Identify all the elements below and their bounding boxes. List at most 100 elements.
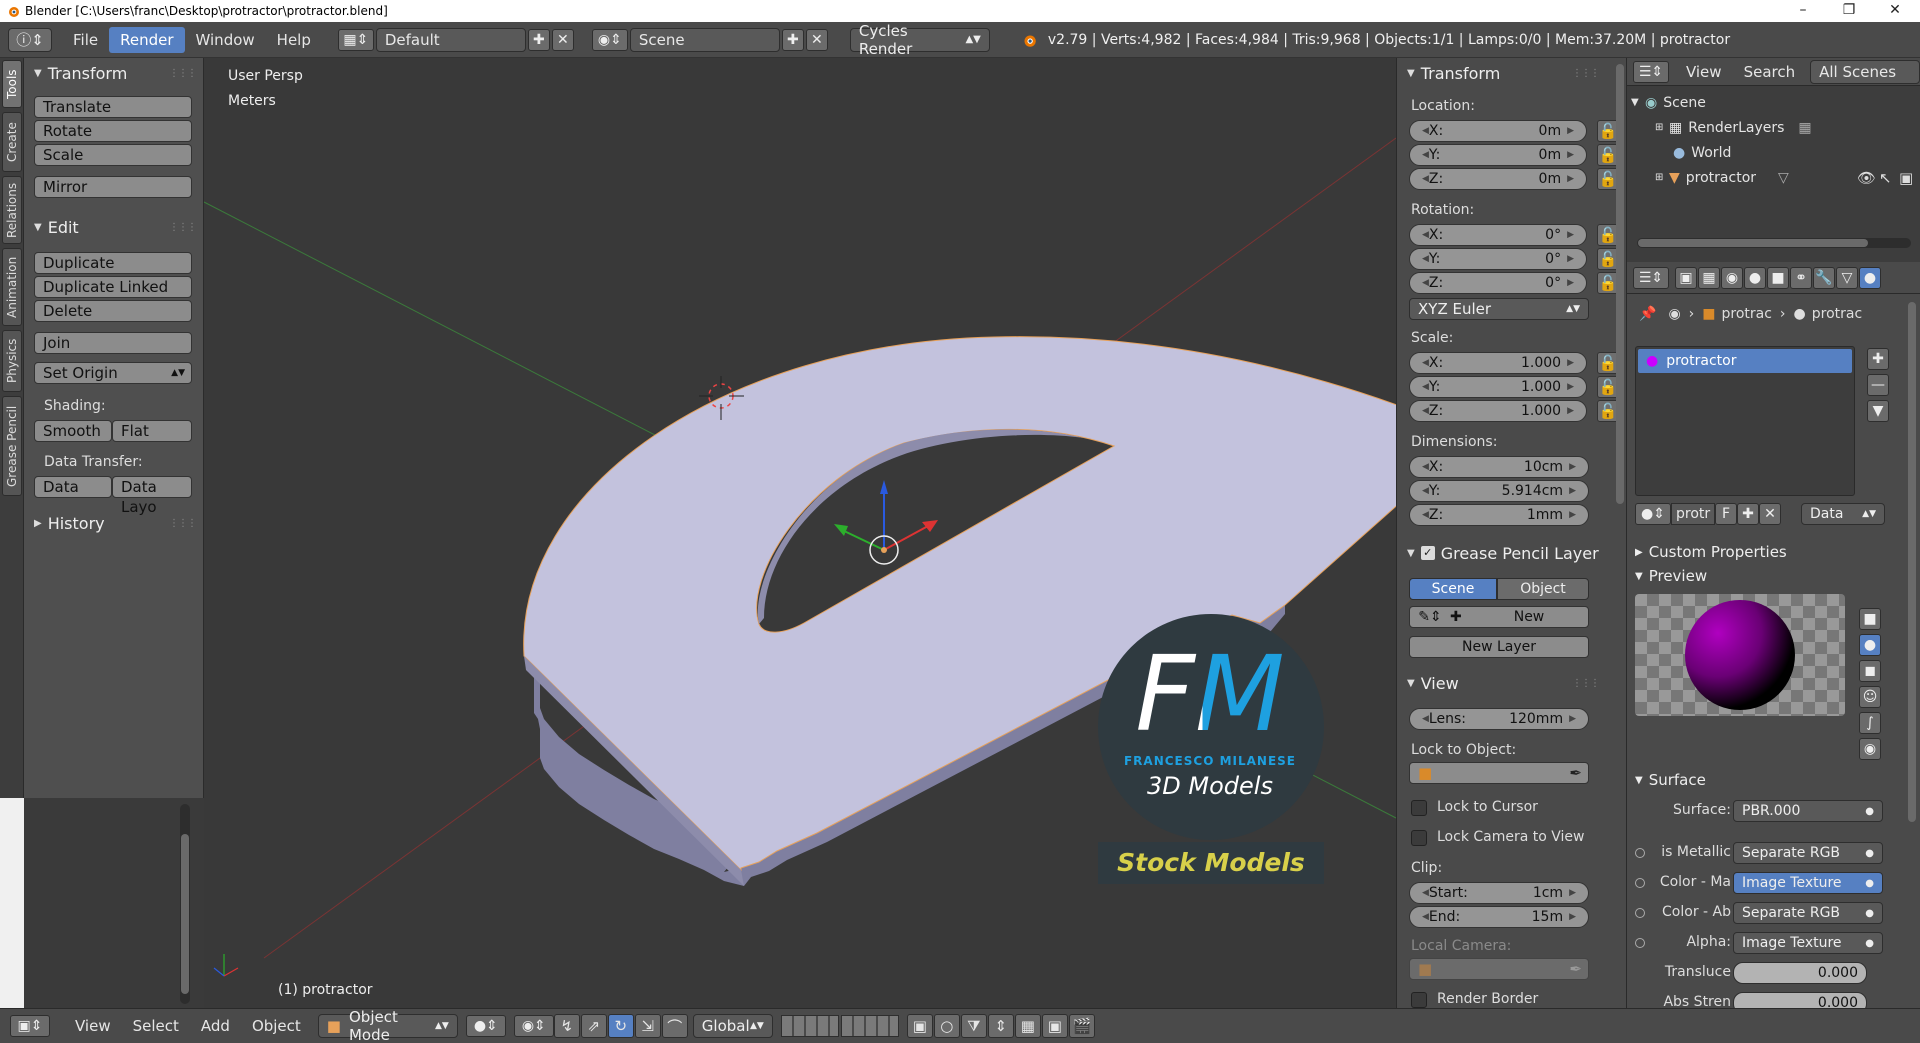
translate-manipulator-icon[interactable]: ⇗ (580, 1014, 607, 1038)
view-menu-object[interactable]: Object (241, 1013, 312, 1039)
outliner-item-world[interactable]: ● World (1673, 140, 1731, 165)
edit-panel-header[interactable]: ▼ Edit ⋮⋮⋮ (24, 214, 204, 240)
scale-manipulator-icon[interactable]: ⇲ (634, 1014, 661, 1038)
tab-relations[interactable]: Relations (2, 176, 22, 244)
add-layout-button[interactable]: ✚ (527, 28, 550, 51)
material-slot-item[interactable]: ● protractor (1638, 349, 1852, 373)
unlink-material-button[interactable]: ✕ (1759, 503, 1781, 525)
lock-layers-icon[interactable]: ▣ (906, 1014, 933, 1038)
rotate-manipulator-icon[interactable]: ↻ (607, 1014, 634, 1038)
tab-physics[interactable]: Physics (2, 330, 22, 392)
dimension-x-field[interactable]: ◀ X: 10cm ▶ (1409, 456, 1589, 478)
outliner-filter-dropdown[interactable]: All Scenes (1810, 59, 1920, 84)
delete-layout-button[interactable]: ✕ (551, 28, 574, 51)
scrollbar-thumb[interactable] (181, 834, 189, 994)
location-z-field[interactable]: ◀ Z: 0m ▶ (1409, 168, 1587, 190)
preview-monkey-icon[interactable]: ☺ (1859, 686, 1881, 708)
alpha-input[interactable]: Image Texture ● (1733, 932, 1883, 954)
plus-icon[interactable]: ✚ (1450, 609, 1470, 625)
clip-start-field[interactable]: ◀ Start: 1cm ▶ (1409, 882, 1589, 904)
mirror-button[interactable]: Mirror (34, 176, 192, 198)
history-panel-header[interactable]: ▶ History ⋮⋮⋮ (24, 510, 204, 536)
scale-x-field[interactable]: ◀ X: 1.000 ▶ (1409, 352, 1587, 374)
modifiers-context-icon[interactable]: 🔧 (1813, 266, 1835, 289)
lock-to-cursor-checkbox[interactable] (1411, 800, 1427, 816)
gp-object-toggle[interactable]: Object (1497, 578, 1589, 600)
rotation-y-field[interactable]: ◀ Y: 0° ▶ (1409, 248, 1587, 270)
opengl-render-icon[interactable]: ▣ (1041, 1014, 1068, 1038)
outliner-item-renderlayers[interactable]: ⊞ ▦ RenderLayers ▦ (1655, 115, 1812, 140)
curve-tool-icon[interactable]: ⌒ (661, 1014, 688, 1038)
scene-name-field[interactable]: Scene (629, 27, 780, 52)
layers-context-icon[interactable]: ▦ (1698, 266, 1720, 289)
lock-object-field[interactable]: ■ ✒ (1409, 762, 1589, 784)
proportional-editing-icon[interactable]: ○ (933, 1014, 960, 1038)
dimension-z-field[interactable]: ◀ Z: 1mm ▶ (1409, 504, 1589, 526)
render-context-icon[interactable]: ▣ (1675, 266, 1697, 289)
minimize-button[interactable]: – (1780, 0, 1826, 22)
pin-icon[interactable]: 📌 (1639, 306, 1656, 322)
properties-scrollbar[interactable] (1908, 302, 1916, 822)
delete-button[interactable]: Delete (34, 300, 192, 322)
scene-context-icon[interactable]: ◉ (1721, 266, 1743, 289)
tool-shelf-scrollbar[interactable] (180, 804, 190, 1004)
rotation-mode-dropdown[interactable]: XYZ Euler ▲▼ (1409, 298, 1589, 320)
preview-world-icon[interactable]: ◉ (1859, 738, 1881, 760)
remove-slot-button[interactable]: — (1867, 374, 1889, 396)
color-ab-input[interactable]: Separate RGB ● (1733, 902, 1883, 924)
menu-help[interactable]: Help (266, 27, 322, 53)
fake-user-button[interactable]: F (1715, 503, 1737, 525)
outliner-item-scene[interactable]: ▼ ◉ Scene (1631, 90, 1706, 115)
view-menu-add[interactable]: Add (190, 1013, 241, 1039)
pencil-icon[interactable]: ✎⇕ (1410, 609, 1450, 625)
constraints-context-icon[interactable]: ⚭ (1790, 266, 1812, 289)
tab-grease-pencil[interactable]: Grease Pencil (2, 396, 22, 496)
smooth-button[interactable]: Smooth (34, 420, 112, 442)
view-menu-select[interactable]: Select (122, 1013, 190, 1039)
cursor-select-icon[interactable]: ↖ (1879, 169, 1892, 187)
editor-type-button[interactable]: ⓘ⇕ (8, 27, 52, 52)
gp-new-button[interactable]: New (1470, 609, 1588, 625)
transform-orientation-dropdown[interactable]: Global ▲▼ (692, 1014, 773, 1038)
preview-flat-icon[interactable]: ■ (1859, 608, 1881, 630)
is-metallic-input[interactable]: Separate RGB ● (1733, 842, 1883, 864)
data-layout-button[interactable]: Data Layo (112, 476, 192, 516)
data-transfer-button[interactable]: Data (34, 476, 112, 498)
translucency-slider[interactable]: 0.000 (1733, 962, 1867, 984)
render-engine-dropdown[interactable]: Cycles Render ▲▼ (849, 22, 990, 58)
preview-sphere-icon[interactable]: ● (1859, 634, 1881, 656)
grease-pencil-panel-header[interactable]: ▼ ✓ Grease Pencil Layer (1397, 540, 1617, 566)
clip-end-field[interactable]: ◀ End: 15m ▶ (1409, 906, 1589, 928)
material-context-icon[interactable]: ● (1859, 266, 1881, 289)
preview-hair-icon[interactable]: ∫ (1859, 712, 1881, 734)
surface-dropdown[interactable]: PBR.000 ● (1733, 800, 1883, 822)
join-button[interactable]: Join (34, 332, 192, 354)
layout-name-field[interactable]: Default (375, 27, 526, 52)
lock-camera-checkbox[interactable] (1411, 830, 1427, 846)
data-context-icon[interactable]: ▽ (1836, 266, 1858, 289)
rotation-x-field[interactable]: ◀ X: 0° ▶ (1409, 224, 1587, 246)
location-y-field[interactable]: ◀ Y: 0m ▶ (1409, 144, 1587, 166)
material-name-field[interactable]: protr (1671, 503, 1715, 525)
view-menu-view[interactable]: View (64, 1013, 122, 1039)
snap-target-icon[interactable]: ▦ (1014, 1014, 1041, 1038)
delete-scene-button[interactable]: ✕ (805, 28, 828, 51)
n-transform-panel-header[interactable]: ▼ Transform ⋮⋮⋮ (1397, 60, 1607, 86)
tab-animation[interactable]: Animation (2, 248, 22, 326)
eyedropper-icon[interactable]: ✒ (1569, 764, 1582, 782)
maximize-button[interactable]: ❐ (1826, 0, 1872, 22)
layer-grid-a[interactable] (780, 1015, 839, 1037)
snap-toggle-icon[interactable]: ⧩ (960, 1014, 987, 1038)
duplicate-linked-button[interactable]: Duplicate Linked (34, 276, 192, 298)
outliner-menu-search[interactable]: Search (1733, 59, 1807, 85)
properties-editor-button[interactable]: ☰⇕ (1633, 266, 1669, 289)
view-editor-type-button[interactable]: ▣⇕ (10, 1015, 50, 1037)
location-x-field[interactable]: ◀ X: 0m ▶ (1409, 120, 1587, 142)
eyedropper-icon[interactable]: ✒ (1569, 960, 1582, 978)
pivot-point-button[interactable]: ◉⇕ (513, 1015, 554, 1037)
color-ma-input[interactable]: Image Texture ● (1733, 872, 1883, 894)
link-dropdown[interactable]: Data ▲▼ (1801, 503, 1885, 525)
lens-field[interactable]: ◀ Lens: 120mm ▶ (1409, 708, 1589, 730)
scale-button[interactable]: Scale (34, 144, 192, 166)
local-camera-field[interactable]: ■ ✒ (1409, 958, 1589, 980)
